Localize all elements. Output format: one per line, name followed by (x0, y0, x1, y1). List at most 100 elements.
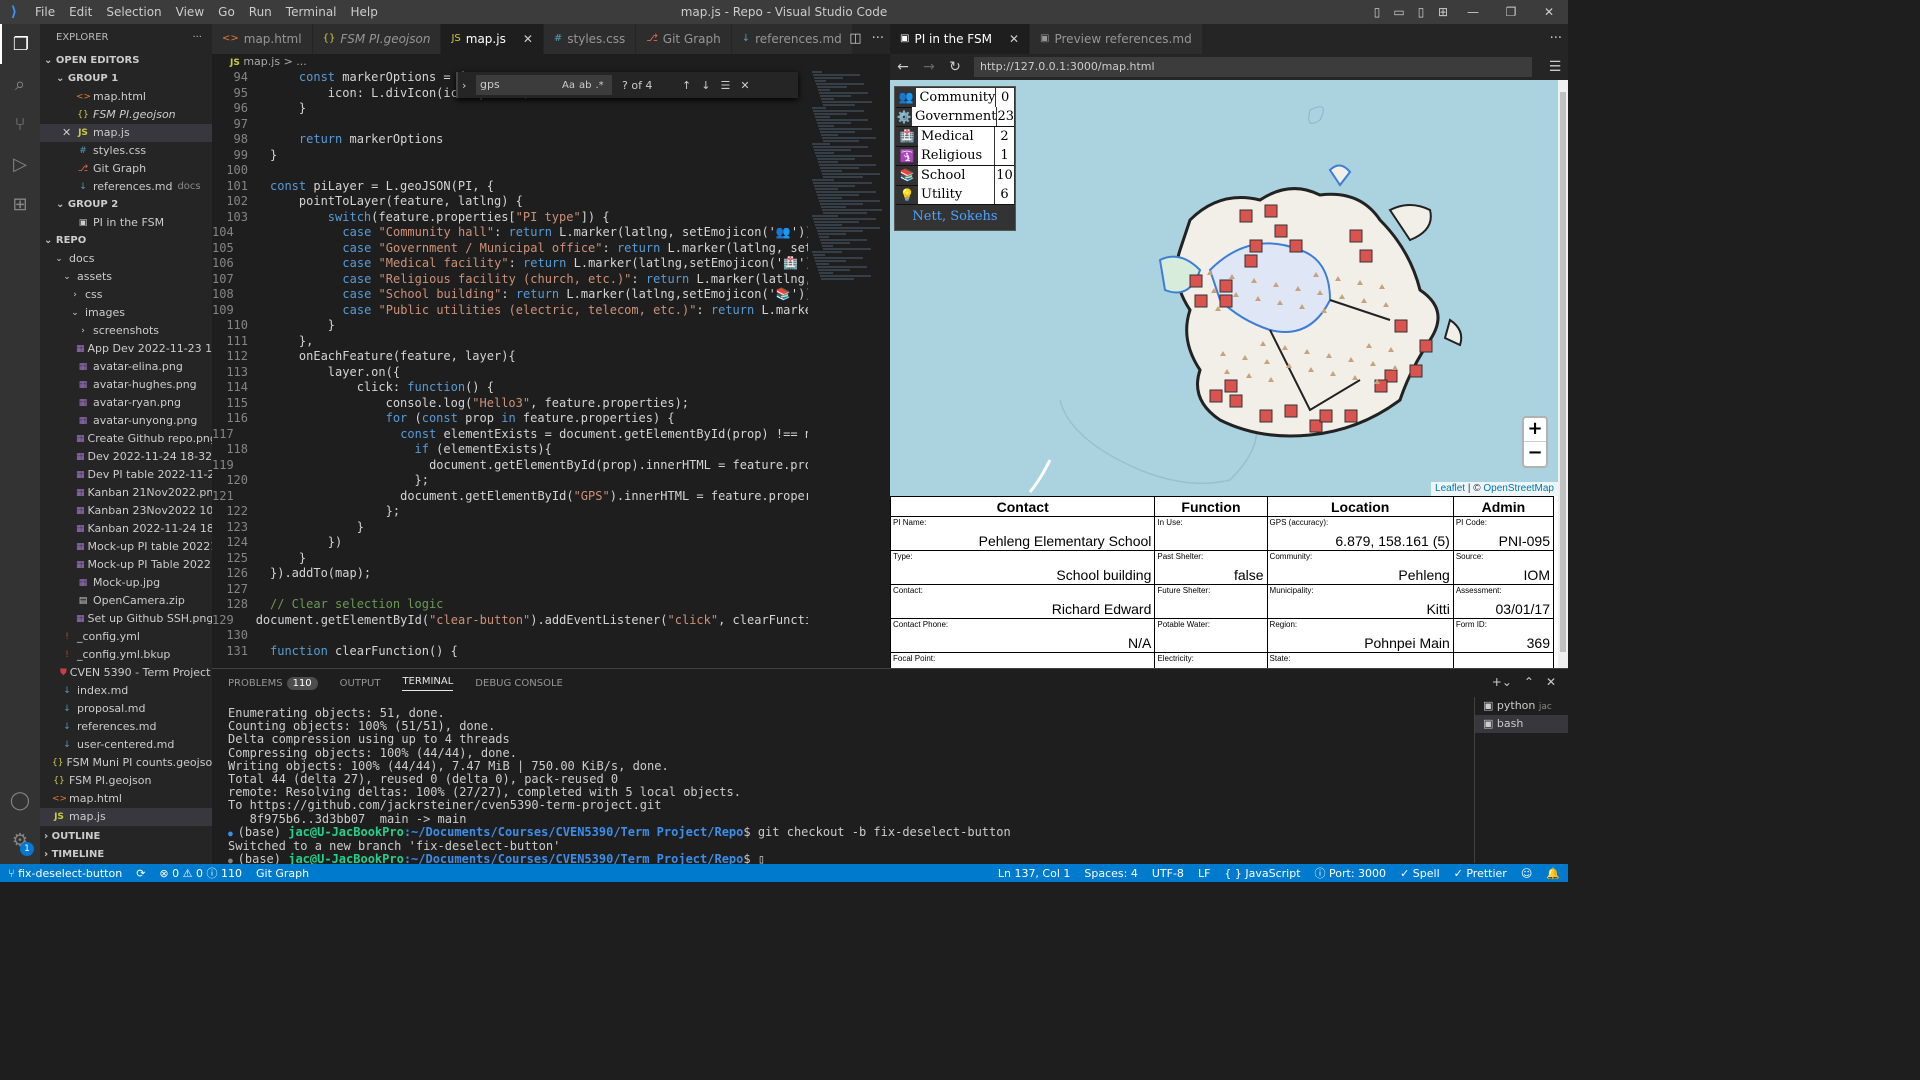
folder-item[interactable]: ⌄ docs (40, 250, 212, 268)
extensions-icon[interactable]: ⊞ (0, 184, 40, 224)
back-icon[interactable]: ← (890, 59, 916, 75)
live-server-port[interactable]: ⓘ Port: 3000 (1315, 865, 1387, 881)
close-tab-icon[interactable]: ✕ (1009, 24, 1019, 54)
file-item[interactable]: ! _config.yml.bkup (40, 646, 212, 664)
file-item[interactable]: ▦ Mock-up.jpg (40, 574, 212, 592)
close-editor-icon[interactable]: ✕ (62, 124, 76, 142)
cursor-position[interactable]: Ln 137, Col 1 (998, 867, 1071, 880)
file-item[interactable]: ▦Kanban 23Nov2022 10-... (40, 502, 212, 520)
menu-help[interactable]: Help (344, 0, 385, 24)
code-area[interactable]: 94 const markerOptions = {95 icon: L.div… (212, 70, 808, 668)
file-item[interactable]: ▦App Dev 2022-11-23 14-... (40, 340, 212, 358)
preview-scrollbar[interactable] (1558, 80, 1568, 668)
new-terminal-icon[interactable]: +⌄ (1492, 675, 1512, 689)
legend-row[interactable]: 💡 Utility 6 (896, 185, 1014, 205)
eol[interactable]: LF (1198, 867, 1210, 880)
panel-tab[interactable]: OUTPUT (340, 678, 381, 689)
file-item[interactable]: ▦ avatar-elina.png (40, 358, 212, 376)
reload-icon[interactable]: ↻ (942, 59, 968, 75)
panel-tab[interactable]: TERMINAL (402, 676, 454, 691)
match-word-icon[interactable]: ab (579, 80, 591, 91)
legend-row[interactable]: 🏥 Medical 2 (896, 126, 1014, 147)
file-item[interactable]: ▦ Kanban 21Nov2022.png (40, 484, 212, 502)
file-item[interactable]: <> map.html (40, 790, 212, 808)
pi-marker[interactable] (1219, 279, 1233, 293)
timeline-section[interactable]: › TIMELINE (40, 846, 212, 864)
more-actions-icon[interactable]: ··· (192, 24, 202, 52)
match-case-icon[interactable]: Aa (562, 80, 575, 91)
pi-marker[interactable] (1209, 389, 1223, 403)
menu-terminal[interactable]: Terminal (279, 0, 344, 24)
url-input[interactable]: http://127.0.0.1:3000/map.html (974, 57, 1532, 77)
pi-marker[interactable] (1394, 319, 1408, 333)
file-item[interactable]: ▦ avatar-ryan.png (40, 394, 212, 412)
leaflet-link[interactable]: Leaflet (1435, 483, 1465, 494)
restore-icon[interactable]: ❐ (1492, 5, 1530, 19)
language-mode[interactable]: { } JavaScript (1224, 867, 1300, 880)
preview-tab[interactable]: ▣ PI in the FSM ✕ (890, 24, 1031, 54)
municipality-link[interactable]: Nett, Sokehs (896, 205, 1014, 229)
terminal-instance[interactable]: ▣ python jac (1475, 697, 1568, 715)
open-in-browser-icon[interactable]: ☰ (1542, 59, 1568, 75)
preview-more-icon[interactable]: ··· (1550, 24, 1562, 54)
account-icon[interactable]: ◯ (0, 780, 40, 820)
toggle-sidebar-icon[interactable]: ▯ (1366, 5, 1388, 19)
zoom-out-button[interactable]: − (1524, 442, 1546, 466)
close-tab-icon[interactable]: ✕ (523, 24, 533, 54)
pi-marker[interactable] (1189, 274, 1203, 288)
maximize-panel-icon[interactable]: ⌃ (1524, 675, 1534, 689)
pi-marker[interactable] (1244, 254, 1258, 268)
file-item[interactable]: {} FSM Muni PI counts.geojson (40, 754, 212, 772)
toggle-secondary-sidebar-icon[interactable]: ▯ (1410, 5, 1432, 19)
sync-icon[interactable]: ⟳ (136, 867, 145, 880)
editor-scrollbar[interactable] (882, 70, 890, 668)
previous-match-icon[interactable]: ↑ (682, 79, 691, 92)
encoding[interactable]: UTF-8 (1152, 867, 1184, 880)
forward-icon[interactable]: → (916, 59, 942, 75)
group1-header[interactable]: ⌄ GROUP 1 (40, 70, 212, 88)
explorer-icon[interactable]: ❐ (0, 24, 40, 64)
file-item[interactable]: ▦Dev PI table 2022-11-27... (40, 466, 212, 484)
regex-icon[interactable]: .* (595, 80, 603, 91)
minimap[interactable] (812, 70, 884, 330)
minimize-icon[interactable]: — (1454, 5, 1492, 19)
preview-tab[interactable]: ▣ Preview references.md (1030, 24, 1203, 54)
close-find-icon[interactable]: ✕ (740, 79, 749, 92)
open-editor-item[interactable]: ▣ PI in the FSM (40, 214, 212, 232)
menu-edit[interactable]: Edit (62, 0, 99, 24)
git-graph-status[interactable]: Git Graph (256, 867, 309, 880)
file-item[interactable]: ↓ user-centered.md (40, 736, 212, 754)
file-item[interactable]: ↓ references.md (40, 718, 212, 736)
osm-link[interactable]: OpenStreetMap (1483, 483, 1554, 494)
file-item[interactable]: ▦Dev 2022-11-24 18-32-4... (40, 448, 212, 466)
panel-tab[interactable]: DEBUG CONSOLE (475, 678, 563, 689)
pi-marker[interactable] (1409, 364, 1423, 378)
menu-view[interactable]: View (169, 0, 211, 24)
open-editor-item[interactable]: ↓ references.md docs (40, 178, 212, 196)
feedback-icon[interactable]: ☺ (1521, 867, 1532, 880)
branch-status[interactable]: ⑂ fix-deselect-button (8, 867, 122, 880)
pi-marker[interactable] (1349, 229, 1363, 243)
open-editor-item[interactable]: # styles.css (40, 142, 212, 160)
editor-tab[interactable]: # styles.css (543, 24, 637, 54)
prettier[interactable]: ✓ Prettier (1454, 867, 1507, 880)
folder-item[interactable]: ⌄ images (40, 304, 212, 322)
panel-tab[interactable]: PROBLEMS 110 (228, 676, 318, 690)
legend-row[interactable]: 📚 School 10 (896, 165, 1014, 186)
pi-marker[interactable] (1419, 339, 1433, 353)
file-item[interactable]: ▦Mock-up PI Table 20221... (40, 556, 212, 574)
file-item[interactable]: ▦ avatar-unyong.png (40, 412, 212, 430)
folder-item[interactable]: › css (40, 286, 212, 304)
file-item[interactable]: JS map.js (40, 808, 212, 826)
pi-marker[interactable] (1319, 409, 1333, 423)
file-item[interactable]: {} FSM PI.geojson (40, 772, 212, 790)
folder-item[interactable]: ⌄ assets (40, 268, 212, 286)
file-item[interactable]: ▤ OpenCamera.zip (40, 592, 212, 610)
open-editors-section[interactable]: ⌄ OPEN EDITORS (40, 52, 212, 70)
file-item[interactable]: ▦Kanban 2022-11-24 18-... (40, 520, 212, 538)
settings-gear-icon[interactable]: ⚙ 1 (0, 820, 40, 860)
file-item[interactable]: ⛊ CVEN 5390 - Term Project ... (40, 664, 212, 682)
open-editor-item[interactable]: <> map.html (40, 88, 212, 106)
editor-tab[interactable]: JS map.js ✕ (441, 24, 544, 54)
file-item[interactable]: ▦ avatar-hughes.png (40, 376, 212, 394)
